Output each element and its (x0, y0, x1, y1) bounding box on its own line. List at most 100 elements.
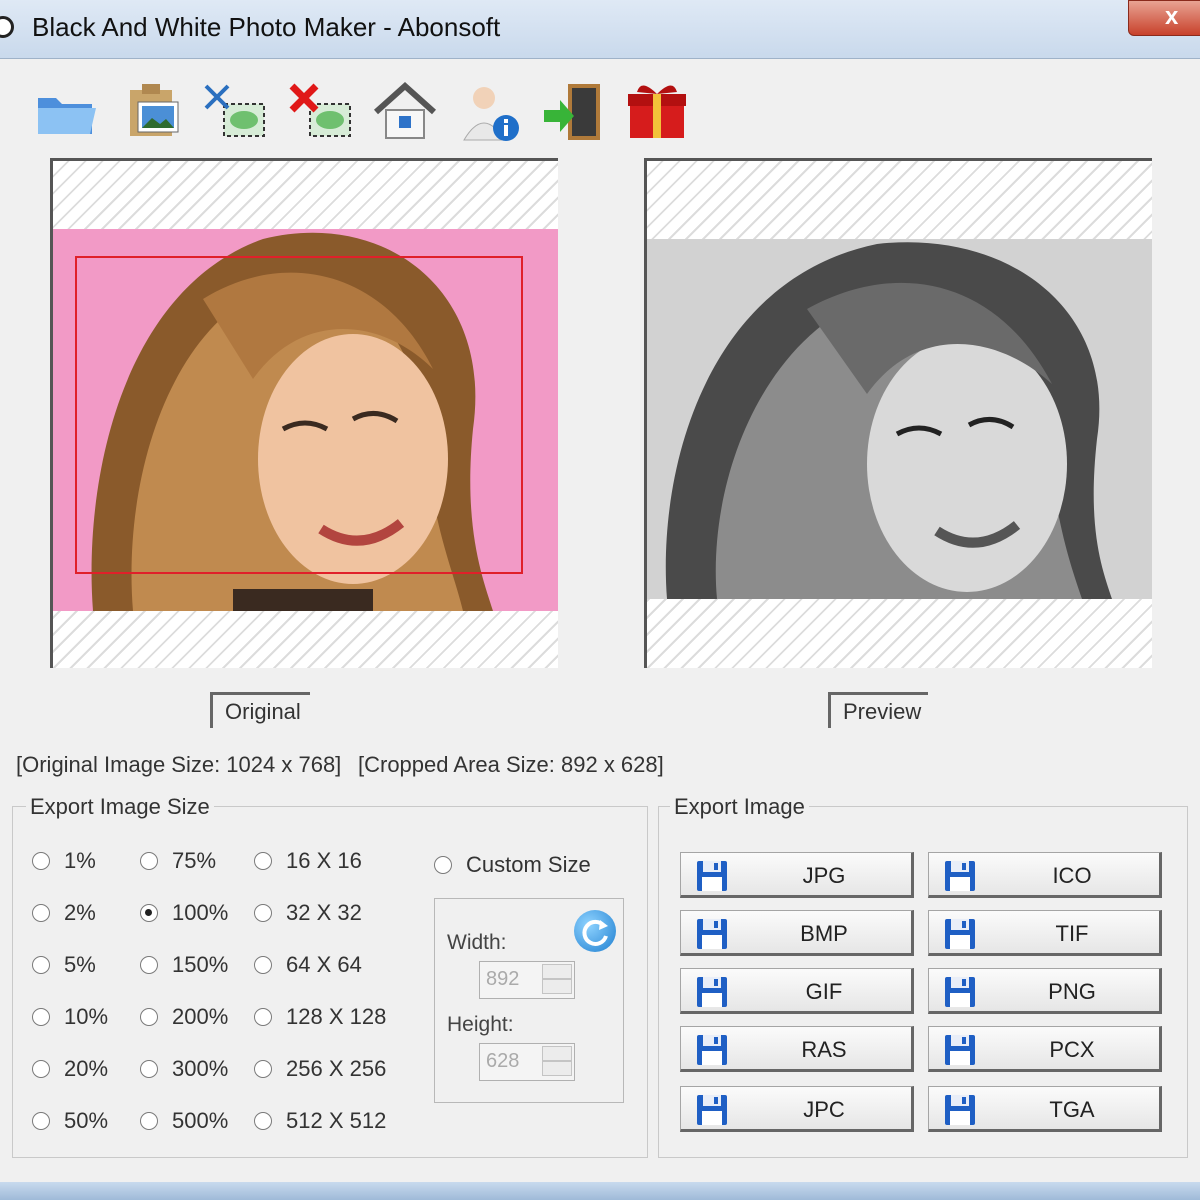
export-gif-button[interactable]: GIF (680, 968, 914, 1014)
window-title: Black And White Photo Maker - Abonsoft (32, 12, 501, 42)
width-spin-arrows[interactable] (542, 964, 572, 996)
radio-size-option[interactable]: 200% (140, 1004, 228, 1030)
floppy-disk-icon (945, 977, 975, 1007)
user-info-icon (463, 87, 519, 141)
radio-dot[interactable] (140, 904, 158, 922)
height-spin-arrows[interactable] (542, 1046, 572, 1078)
floppy-disk-icon (945, 861, 975, 891)
radio-size-option[interactable]: 10% (32, 1004, 108, 1030)
radio-dot[interactable] (254, 1008, 272, 1026)
original-image-panel[interactable] (50, 158, 558, 668)
radio-dot[interactable] (254, 1112, 272, 1130)
radio-size-option[interactable]: 150% (140, 952, 228, 978)
original-photo (53, 229, 558, 611)
gift-button[interactable] (624, 80, 690, 146)
custom-size-label: Custom Size (466, 852, 591, 877)
radio-size-option[interactable]: 2% (32, 900, 96, 926)
radio-dot[interactable] (32, 852, 50, 870)
export-ras-button[interactable]: RAS (680, 1026, 914, 1072)
radio-size-label: 256 X 256 (286, 1056, 387, 1081)
refresh-button[interactable] (574, 910, 616, 952)
radio-dot[interactable] (140, 956, 158, 974)
radio-size-label: 300% (172, 1056, 229, 1081)
export-format-label: JPG (802, 863, 846, 888)
radio-dot[interactable] (254, 1060, 272, 1078)
export-format-label: TIF (1055, 921, 1089, 946)
radio-dot[interactable] (140, 852, 158, 870)
radio-dot[interactable] (32, 1060, 50, 1078)
export-format-label: PNG (1048, 979, 1096, 1004)
height-stepper[interactable] (479, 1043, 575, 1081)
export-jpg-button[interactable]: JPG (680, 852, 914, 898)
home-button[interactable] (372, 80, 438, 146)
radio-dot[interactable] (140, 1112, 158, 1130)
original-label: Original (210, 692, 310, 728)
radio-dot[interactable] (254, 956, 272, 974)
radio-dot[interactable] (254, 852, 272, 870)
open-folder-icon (38, 98, 96, 134)
radio-dot[interactable] (32, 956, 50, 974)
radio-dot[interactable] (32, 1008, 50, 1026)
radio-custom-size[interactable]: Custom Size (434, 852, 591, 878)
radio-dot[interactable] (32, 1112, 50, 1130)
radio-size-label: 2% (64, 900, 96, 925)
radio-size-option[interactable]: 300% (140, 1056, 228, 1082)
radio-size-option[interactable]: 20% (32, 1056, 108, 1082)
export-format-label: ICO (1052, 863, 1092, 888)
crop-area-rectangle[interactable] (75, 256, 523, 574)
radio-size-option[interactable]: 75% (140, 848, 216, 874)
load-image-icon (130, 84, 179, 136)
height-label: Height: (447, 1013, 514, 1036)
floppy-disk-icon (945, 919, 975, 949)
export-image-title: Export Image (670, 794, 809, 820)
open-folder-button[interactable] (34, 80, 100, 146)
radio-dot[interactable] (32, 904, 50, 922)
cut-image-button[interactable] (202, 80, 268, 146)
cropped-area-size: [Cropped Area Size: 892 x 628] (358, 752, 664, 777)
radio-size-option[interactable]: 512 X 512 (254, 1108, 386, 1134)
width-stepper[interactable] (479, 961, 575, 999)
load-image-button[interactable] (120, 80, 186, 146)
radio-size-option[interactable]: 64 X 64 (254, 952, 362, 978)
export-tif-button[interactable]: TIF (928, 910, 1162, 956)
home-icon (373, 81, 437, 139)
floppy-disk-icon (697, 1095, 727, 1125)
radio-size-option[interactable]: 500% (140, 1108, 228, 1134)
export-format-label: BMP (800, 921, 848, 946)
width-input[interactable] (482, 964, 546, 994)
radio-size-option[interactable]: 100% (140, 900, 228, 926)
user-info-button[interactable] (458, 80, 524, 146)
export-png-button[interactable]: PNG (928, 968, 1162, 1014)
radio-size-option[interactable]: 1% (32, 848, 96, 874)
radio-size-option[interactable]: 32 X 32 (254, 900, 362, 926)
radio-size-option[interactable]: 128 X 128 (254, 1004, 386, 1030)
export-format-label: TGA (1049, 1097, 1095, 1122)
gift-icon (628, 85, 686, 138)
app-icon[interactable] (0, 16, 14, 38)
radio-size-option[interactable]: 256 X 256 (254, 1056, 386, 1082)
radio-size-label: 1% (64, 848, 96, 873)
radio-size-label: 20% (64, 1056, 109, 1081)
radio-size-option[interactable]: 50% (32, 1108, 108, 1134)
radio-size-option[interactable]: 16 X 16 (254, 848, 362, 874)
radio-size-option[interactable]: 5% (32, 952, 96, 978)
floppy-disk-icon (945, 1035, 975, 1065)
radio-dot[interactable] (434, 856, 452, 874)
height-input[interactable] (482, 1046, 546, 1076)
radio-dot[interactable] (140, 1008, 158, 1026)
export-jpc-button[interactable]: JPC (680, 1086, 914, 1132)
radio-dot[interactable] (254, 904, 272, 922)
radio-dot[interactable] (140, 1060, 158, 1078)
export-tga-button[interactable]: TGA (928, 1086, 1162, 1132)
width-label: Width: (447, 931, 507, 954)
export-ico-button[interactable]: ICO (928, 852, 1162, 898)
floppy-disk-icon (697, 861, 727, 891)
delete-image-button[interactable] (288, 80, 354, 146)
export-pcx-button[interactable]: PCX (928, 1026, 1162, 1072)
original-image-size: [Original Image Size: 1024 x 768] (16, 752, 342, 777)
exit-button[interactable] (540, 80, 606, 146)
export-format-label: RAS (801, 1037, 847, 1062)
export-bmp-button[interactable]: BMP (680, 910, 914, 956)
window-bottom-border (0, 1182, 1200, 1200)
close-button[interactable]: x (1128, 0, 1200, 36)
